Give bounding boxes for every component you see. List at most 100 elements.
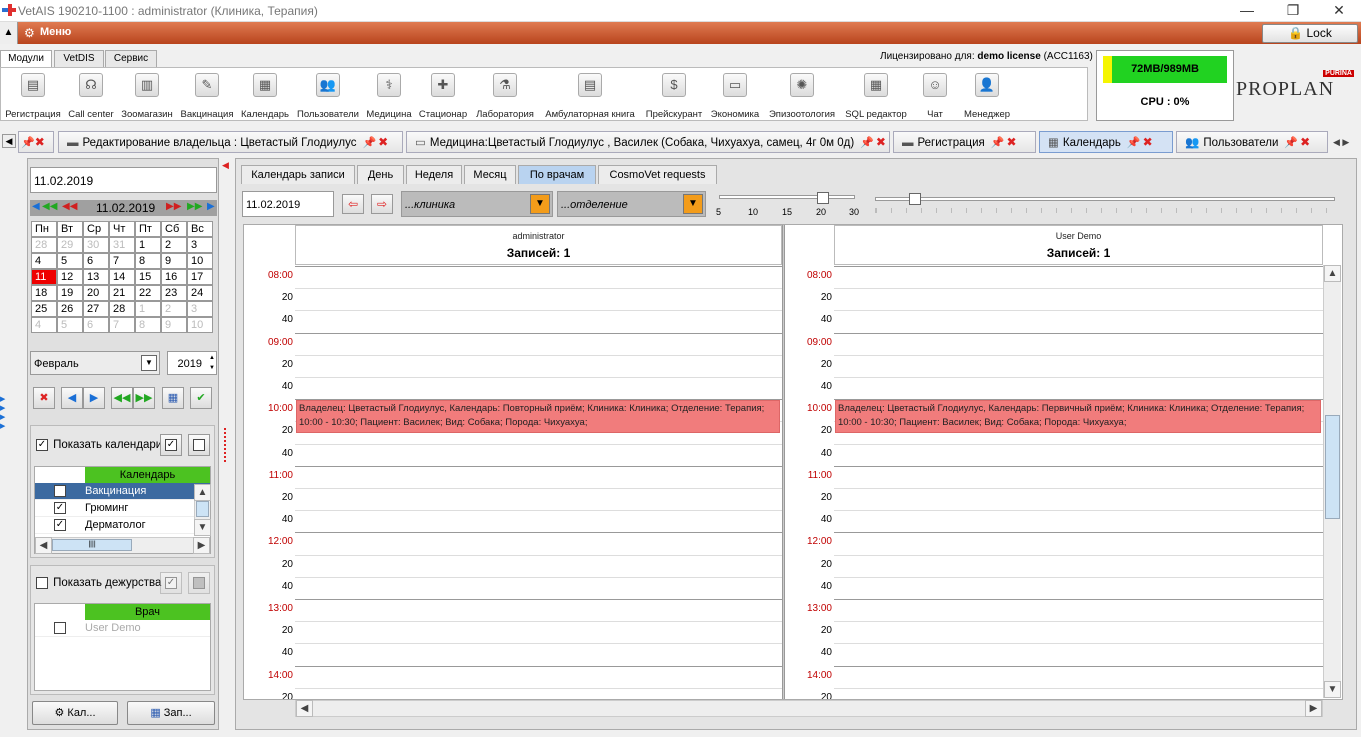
calendar-day[interactable]: 17 (187, 269, 213, 285)
close-tab-icon[interactable]: ✖ (1006, 135, 1016, 149)
calendar-day[interactable]: 13 (83, 269, 109, 285)
scroll-right-icon[interactable]: ▶ (1305, 700, 1322, 717)
calendar-checkbox[interactable]: ✓ (35, 483, 85, 500)
toolbar-button-6[interactable]: 👥 Пользователи (293, 73, 363, 120)
calendar-day[interactable]: 4 (31, 253, 57, 269)
close-tab-icon[interactable]: ✖ (1300, 135, 1310, 149)
calendar-day[interactable]: 5 (57, 317, 83, 333)
calendar-day[interactable]: 4 (31, 317, 57, 333)
toolbar-button-1[interactable]: ▤ Регистрация (1, 73, 65, 120)
view-tab-4[interactable]: Месяц (464, 165, 516, 184)
calendar-day[interactable]: 27 (83, 301, 109, 317)
schedule-hscroll[interactable]: ◀ ▶ (295, 700, 1323, 717)
slider-thumb[interactable] (909, 193, 921, 205)
calendar-day[interactable]: 8 (135, 253, 161, 269)
calendar-day[interactable]: 23 (161, 285, 187, 301)
duty-check-all-button[interactable]: ✓ (160, 572, 182, 594)
chevron-down-icon[interactable]: ▼ (683, 194, 703, 214)
collapse-arrow-icon[interactable]: ▲ (0, 22, 18, 44)
calendar-day[interactable]: 20 (83, 285, 109, 301)
calendar-day[interactable]: 24 (187, 285, 213, 301)
calendar-day[interactable]: 21 (109, 285, 135, 301)
pin-icon[interactable]: 📌 (362, 137, 376, 149)
calendar-list-item[interactable]: ✓ Грюминг (35, 500, 210, 517)
view-date-input[interactable]: 11.02.2019 (242, 191, 334, 217)
year-spinner[interactable]: 2019 ▲ ▼ (167, 351, 217, 375)
show-calendars-checkbox[interactable]: ✓ Показать календари (36, 439, 162, 452)
calendar-view-button[interactable]: ▦ (162, 387, 184, 409)
splitter-handle[interactable] (224, 428, 228, 462)
tab-service[interactable]: Сервис (105, 50, 157, 67)
close-button[interactable]: ✕ (1316, 0, 1361, 22)
checkbox-icon[interactable]: ✓ (54, 485, 66, 498)
doc-tab-4[interactable]: ▦ Календарь 📌 ✖ (1039, 131, 1173, 153)
calendars-settings-button[interactable]: ⚙ Кал... (32, 701, 118, 725)
doc-tab-hidden[interactable]: 📌✖ (18, 131, 54, 153)
clinic-select[interactable]: ...клиника ▼ (401, 191, 553, 217)
scroll-thumb[interactable] (1325, 415, 1340, 519)
appointment-block[interactable]: Владелец: Цветастый Глодиулус, Календарь… (296, 400, 780, 434)
calendar-day[interactable]: 9 (161, 253, 187, 269)
scroll-right-icon[interactable]: ▶ (193, 537, 210, 554)
checkbox-icon[interactable]: ✓ (54, 502, 66, 515)
calendar-day[interactable]: 6 (83, 317, 109, 333)
calendar-day[interactable]: 8 (135, 317, 161, 333)
view-tab-6[interactable]: CosmoVet requests (598, 165, 717, 184)
checkbox-icon[interactable]: ✓ (54, 519, 66, 532)
calendars-hscroll[interactable]: ◀ |||| ▶ (35, 537, 210, 554)
minimize-button[interactable]: — (1224, 0, 1270, 22)
toolbar-button-4[interactable]: ✎ Вакцинация (177, 73, 237, 120)
slider-thumb[interactable] (817, 192, 829, 204)
toolbar-button-9[interactable]: ⚗ Лаборатория (471, 73, 539, 120)
prev-day-icon[interactable]: ◀ (32, 201, 40, 212)
toolbar-button-10[interactable]: ▤ Амбулаторная книга (539, 73, 641, 120)
next-month-icon[interactable]: ▶▶ (166, 201, 181, 212)
schedule-vscroll[interactable]: ▲ ▼ (1323, 265, 1341, 698)
scroll-thumb[interactable]: |||| (52, 539, 132, 551)
toolbar-button-13[interactable]: ✺ Эпизоотология (763, 73, 841, 120)
doc-tab-2[interactable]: ▭ Медицина:Цветастый Глодиулус , Василек … (406, 131, 890, 153)
maximize-button[interactable]: ❐ (1270, 0, 1316, 22)
pin-icon[interactable]: 📌 (860, 137, 874, 149)
scroll-thumb[interactable] (196, 501, 209, 517)
calendar-day[interactable]: 2 (161, 301, 187, 317)
pin-icon[interactable]: 📌 (1284, 137, 1298, 149)
month-select[interactable]: Февраль ▼ (30, 351, 160, 375)
appointment-block[interactable]: Владелец: Цветастый Глодиулус, Календарь… (835, 400, 1321, 434)
toolbar-button-12[interactable]: ▭ Экономика (707, 73, 763, 120)
calendar-day[interactable]: 28 (31, 237, 57, 253)
tab-vetdis[interactable]: VetDIS (54, 50, 104, 67)
calendar-list-item[interactable]: ✓ Вакцинация (35, 483, 210, 500)
collapse-panel-icon[interactable]: ◀ (222, 160, 229, 171)
department-select[interactable]: ...отделение ▼ (557, 191, 706, 217)
calendar-date-input[interactable]: 11.02.2019 (30, 167, 217, 193)
calendar-day[interactable]: 30 (83, 237, 109, 253)
calendar-day[interactable]: 9 (161, 317, 187, 333)
lock-button[interactable]: 🔒 Lock (1262, 24, 1358, 43)
calendar-day[interactable]: 28 (109, 301, 135, 317)
calendar-day[interactable]: 14 (109, 269, 135, 285)
duty-uncheck-all-button[interactable] (188, 572, 210, 594)
next-day-icon[interactable]: ▶ (207, 201, 215, 212)
confirm-button[interactable]: ✔ (190, 387, 212, 409)
calendar-checkbox[interactable]: ✓ (35, 500, 85, 517)
view-tab-1[interactable]: Календарь записи (241, 165, 355, 184)
calendar-day[interactable]: 25 (31, 301, 57, 317)
view-tab-5[interactable]: По врачам (518, 165, 596, 184)
calendar-day[interactable]: 7 (109, 253, 135, 269)
calendar-day[interactable]: 3 (187, 301, 213, 317)
calendar-day[interactable]: 26 (57, 301, 83, 317)
tabs-scroll-left-icon[interactable]: ◀ (2, 134, 16, 148)
view-tab-3[interactable]: Неделя (406, 165, 462, 184)
toolbar-button-8[interactable]: ✚ Стационар (415, 73, 471, 120)
menu-button[interactable]: Меню (40, 26, 71, 38)
scroll-up-icon[interactable]: ▲ (1324, 265, 1341, 282)
doc-tab-1[interactable]: ▬ Редактирование владельца : Цветастый Гл… (58, 131, 403, 153)
calendar-day[interactable]: 6 (83, 253, 109, 269)
calendar-day[interactable]: 29 (57, 237, 83, 253)
pin-icon[interactable]: 📌 (21, 137, 35, 149)
close-tab-icon[interactable]: ✖ (35, 135, 45, 149)
fast-forward-button[interactable]: ▶▶ (133, 387, 155, 409)
doctor-checkbox[interactable] (35, 620, 85, 637)
calendar-day[interactable]: 5 (57, 253, 83, 269)
